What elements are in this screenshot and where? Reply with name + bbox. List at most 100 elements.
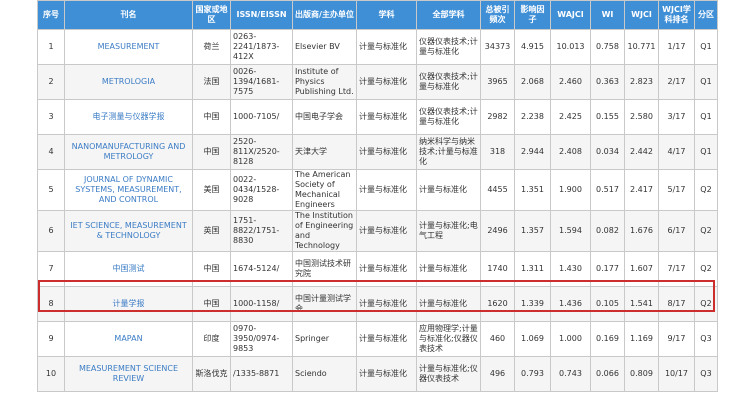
journal-name-link[interactable]: 计量学报 <box>113 299 145 308</box>
cell-all-subjects: 仪器仪表技术;计量与标准化 <box>416 99 481 135</box>
cell-publisher: 中国电子学会 <box>292 99 357 135</box>
cell-impact: 1.351 <box>514 169 551 211</box>
journal-name-link[interactable]: MAPAN <box>114 334 142 343</box>
cell-impact: 1.069 <box>514 321 551 357</box>
header-wi[interactable]: WI <box>590 0 625 30</box>
cell-subject: 计量与标准化 <box>356 99 417 135</box>
cell-rank: 7/17 <box>658 251 695 287</box>
header-rank[interactable]: WJCI学科排名 <box>658 0 695 30</box>
cell-wjci: 10.771 <box>624 29 659 65</box>
cell-impact: 1.339 <box>514 286 551 322</box>
cell-wi: 0.034 <box>590 134 625 170</box>
cell-rank: 2/17 <box>658 64 695 100</box>
cell-issn: 1674-5124/ <box>230 251 293 287</box>
cell-name: MEASUREMENT <box>64 29 193 65</box>
cell-zone: Q2 <box>694 210 718 252</box>
header-cites[interactable]: 总被引频次 <box>480 0 515 30</box>
cell-zone: Q2 <box>694 169 718 211</box>
journal-name-link[interactable]: MEASUREMENT SCIENCE REVIEW <box>79 364 178 383</box>
cell-country: 中国 <box>192 286 231 322</box>
cell-rank: 5/17 <box>658 169 695 211</box>
cell-subject: 计量与标准化 <box>356 251 417 287</box>
cell-wjci: 0.809 <box>624 356 659 392</box>
cell-country: 荷兰 <box>192 29 231 65</box>
cell-subject: 计量与标准化 <box>356 356 417 392</box>
cell-wajci: 1.900 <box>550 169 591 211</box>
cell-wjci: 2.823 <box>624 64 659 100</box>
cell-issn: 0970-3950/0974-9853 <box>230 321 293 357</box>
table-row: 6 IET SCIENCE, MEASUREMENT & TECHNOLOGY 英国… <box>37 210 718 252</box>
cell-issn: 2520-811X/2520-8128 <box>230 134 293 170</box>
cell-publisher: Springer <box>292 321 357 357</box>
header-name[interactable]: 刊名 <box>64 0 193 30</box>
cell-all-subjects: 应用物理学;计量与标准化;仪器仪表技术 <box>416 321 481 357</box>
table-row: 4 NANOMANUFACTURING AND METROLOGY 中国 2520-8… <box>37 134 718 170</box>
cell-wi: 0.758 <box>590 29 625 65</box>
cell-no: 3 <box>37 99 65 135</box>
cell-all-subjects: 计量与标准化 <box>416 251 481 287</box>
cell-zone: Q1 <box>694 64 718 100</box>
table-row: 9 MAPAN 印度 0970-3950/0974-9853 Springer 计量与标准… <box>37 321 718 357</box>
cell-impact: 2.068 <box>514 64 551 100</box>
header-issn[interactable]: ISSN/EISSN <box>230 0 293 30</box>
cell-impact: 0.793 <box>514 356 551 392</box>
cell-issn: 1000-7105/ <box>230 99 293 135</box>
header-wjci[interactable]: WJCI <box>624 0 659 30</box>
header-no[interactable]: 序号 <box>37 0 65 30</box>
cell-all-subjects: 纳米科学与纳米技术;计量与标准化 <box>416 134 481 170</box>
cell-wi: 0.169 <box>590 321 625 357</box>
journal-name-link[interactable]: IET SCIENCE, MEASUREMENT & TECHNOLOGY <box>70 221 186 240</box>
journal-name-link[interactable]: JOURNAL OF DYNAMIC SYSTEMS, MEASUREMENT,… <box>75 175 181 204</box>
cell-cites: 1620 <box>480 286 515 322</box>
cell-name: JOURNAL OF DYNAMIC SYSTEMS, MEASUREMENT,… <box>64 169 193 211</box>
cell-publisher: 中国计量测试学会 <box>292 286 357 322</box>
header-wajci[interactable]: WAJCI <box>550 0 591 30</box>
cell-zone: Q1 <box>694 134 718 170</box>
journal-name-link[interactable]: MEASUREMENT <box>98 42 160 51</box>
cell-wi: 0.517 <box>590 169 625 211</box>
cell-subject: 计量与标准化 <box>356 29 417 65</box>
cell-name: 电子测量与仪器学报 <box>64 99 193 135</box>
cell-subject: 计量与标准化 <box>356 210 417 252</box>
cell-wjci: 1.169 <box>624 321 659 357</box>
cell-cites: 496 <box>480 356 515 392</box>
table-row: 3 电子测量与仪器学报 中国 1000-7105/中国电子学会 计量与标准化 仪器仪表技术… <box>37 99 718 135</box>
cell-wjci: 2.417 <box>624 169 659 211</box>
cell-zone: Q3 <box>694 321 718 357</box>
journal-name-link[interactable]: 中国测试 <box>113 264 145 273</box>
cell-cites: 4455 <box>480 169 515 211</box>
cell-impact: 2.944 <box>514 134 551 170</box>
cell-country: 美国 <box>192 169 231 211</box>
cell-rank: 8/17 <box>658 286 695 322</box>
cell-issn: 0263-2241/1873-412X <box>230 29 293 65</box>
cell-country: 印度 <box>192 321 231 357</box>
cell-name: 中国测试 <box>64 251 193 287</box>
journal-name-link[interactable]: METROLOGIA <box>102 77 155 86</box>
header-subject[interactable]: 学科 <box>356 0 417 30</box>
header-impact[interactable]: 影响因子 <box>514 0 551 30</box>
cell-wi: 0.082 <box>590 210 625 252</box>
cell-all-subjects: 计量与标准化 <box>416 169 481 211</box>
cell-country: 英国 <box>192 210 231 252</box>
table-row: 7 中国测试 中国 1674-5124/中国测试技术研究院 计量与标准化 计量与标准化 17… <box>37 251 718 287</box>
cell-wajci: 1.430 <box>550 251 591 287</box>
cell-publisher: The Institution of Engineering and Techn… <box>292 210 357 252</box>
cell-publisher: The American Society of Mechanical Engin… <box>292 169 357 211</box>
cell-no: 7 <box>37 251 65 287</box>
cell-impact: 1.357 <box>514 210 551 252</box>
cell-publisher: Institute of Physics Publishing Ltd. <box>292 64 357 100</box>
cell-wajci: 2.460 <box>550 64 591 100</box>
cell-wajci: 1.436 <box>550 286 591 322</box>
header-zone[interactable]: 分区 <box>694 0 718 30</box>
journal-name-link[interactable]: NANOMANUFACTURING AND METROLOGY <box>72 142 186 161</box>
cell-issn: 1000-1158/ <box>230 286 293 322</box>
cell-cites: 2496 <box>480 210 515 252</box>
cell-country: 法国 <box>192 64 231 100</box>
header-all-subjects[interactable]: 全部学科 <box>416 0 481 30</box>
journal-name-link[interactable]: 电子测量与仪器学报 <box>93 112 165 121</box>
cell-publisher: Elsevier BV <box>292 29 357 65</box>
cell-wjci: 1.541 <box>624 286 659 322</box>
header-publisher[interactable]: 出版商/主办单位 <box>292 0 357 30</box>
cell-wi: 0.155 <box>590 99 625 135</box>
header-country[interactable]: 国家或地区 <box>192 0 231 30</box>
